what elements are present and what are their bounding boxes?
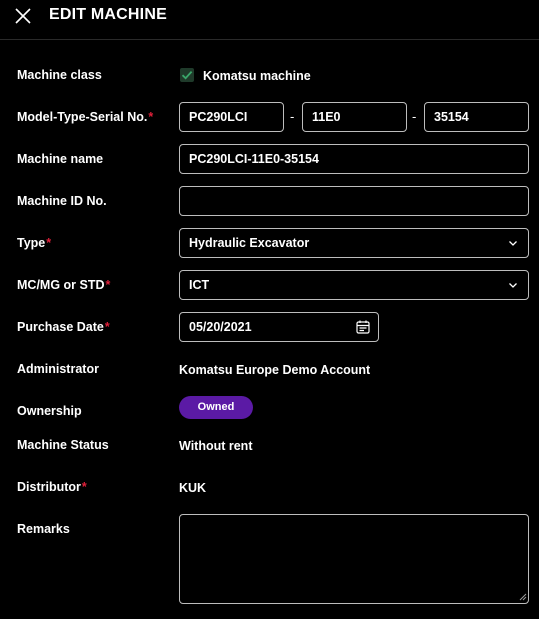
komatsu-machine-label: Komatsu machine	[203, 69, 311, 83]
machine-status-value: Without rent	[179, 439, 253, 453]
model-input[interactable]	[179, 102, 284, 132]
komatsu-machine-checkbox[interactable]	[180, 68, 194, 82]
machine-name-label: Machine name	[17, 152, 104, 166]
machine-name-input[interactable]	[179, 144, 529, 174]
machine-id-input[interactable]	[179, 186, 529, 216]
purchase-date-input[interactable]: 05/20/2021	[179, 312, 379, 342]
machine-status-label: Machine Status	[17, 438, 109, 452]
type-label: Type*	[17, 236, 52, 250]
chevron-down-icon	[509, 241, 517, 246]
header: EDIT MACHINE	[0, 0, 539, 40]
distributor-label: Distributor*	[17, 480, 87, 494]
ownership-label: Ownership	[17, 404, 82, 418]
resize-grip-icon[interactable]	[518, 592, 527, 601]
remarks-textarea[interactable]	[179, 514, 529, 604]
mc-mg-std-select[interactable]: ICT	[179, 270, 529, 300]
close-icon[interactable]	[14, 7, 32, 25]
calendar-icon[interactable]	[355, 319, 371, 335]
mc-mg-std-label: MC/MG or STD*	[17, 278, 111, 292]
distributor-value: KUK	[179, 481, 207, 495]
administrator-value: Komatsu Europe Demo Account	[179, 363, 371, 377]
purchase-date-label: Purchase Date*	[17, 320, 110, 334]
administrator-label: Administrator	[17, 362, 99, 376]
mc-mg-std-value: ICT	[189, 278, 210, 292]
check-icon	[181, 70, 193, 80]
page-title: EDIT MACHINE	[49, 6, 167, 23]
machine-class-label: Machine class	[17, 68, 102, 82]
remarks-label: Remarks	[17, 522, 70, 536]
model-type-serial-label: Model-Type-Serial No.*	[17, 110, 154, 124]
separator: -	[290, 109, 295, 124]
serial-input[interactable]	[424, 102, 529, 132]
type-code-input[interactable]	[302, 102, 407, 132]
ownership-badge[interactable]: Owned	[179, 396, 253, 419]
purchase-date-value: 05/20/2021	[189, 320, 252, 334]
chevron-down-icon	[509, 283, 517, 288]
type-value: Hydraulic Excavator	[189, 236, 310, 250]
type-select[interactable]: Hydraulic Excavator	[179, 228, 529, 258]
machine-id-label: Machine ID No.	[17, 194, 107, 208]
separator: -	[412, 109, 417, 124]
